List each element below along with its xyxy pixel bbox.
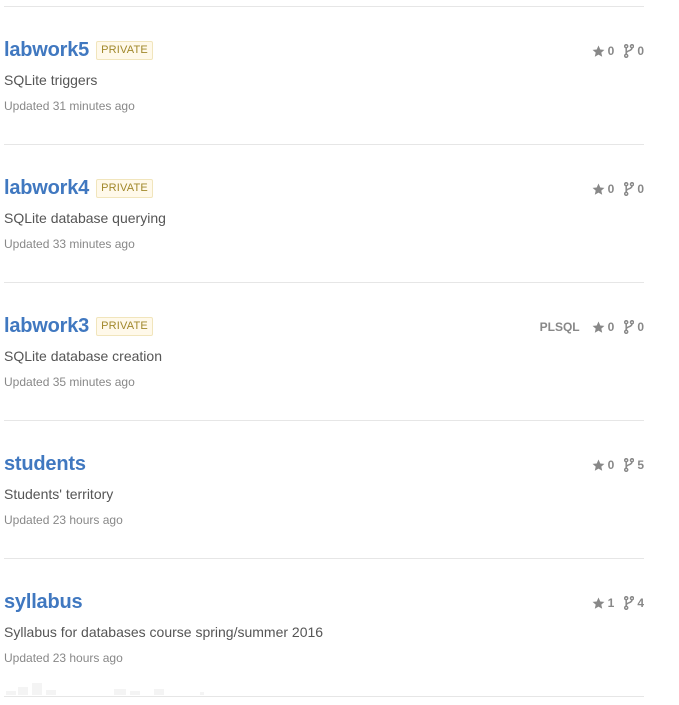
repo-stats: 0 0 <box>592 42 644 60</box>
stargazers-link[interactable]: 0 <box>592 182 615 196</box>
star-icon <box>592 321 605 333</box>
repo-heading: students <box>4 450 86 478</box>
star-count: 0 <box>607 458 615 472</box>
stargazers-link[interactable]: 0 <box>592 320 615 334</box>
sparkline-bar <box>32 683 42 695</box>
star-icon <box>592 183 605 195</box>
star-icon <box>592 597 605 609</box>
repo-item-labwork5: labwork5 PRIVATE SQLite triggers Updated… <box>4 7 644 145</box>
repo-name-link[interactable]: students <box>4 450 86 478</box>
repo-description: Syllabus for databases course spring/sum… <box>4 624 324 640</box>
forks-link[interactable]: 0 <box>624 320 644 334</box>
repo-heading: syllabus <box>4 588 83 616</box>
sparkline-bar <box>200 692 204 695</box>
repo-name-link[interactable]: syllabus <box>4 588 83 616</box>
sparkline-bar <box>46 690 56 695</box>
repo-heading: labwork4 PRIVATE <box>4 174 153 202</box>
forks-link[interactable]: 4 <box>624 596 644 610</box>
private-badge: PRIVATE <box>96 316 153 336</box>
repo-stats: PLSQL 0 0 <box>540 318 644 336</box>
repo-item-labwork4: labwork4 PRIVATE SQLite database queryin… <box>4 145 644 283</box>
fork-count: 5 <box>637 458 644 472</box>
repo-language: PLSQL <box>539 320 580 334</box>
private-badge: PRIVATE <box>96 40 153 60</box>
stargazers-link[interactable]: 1 <box>592 596 615 610</box>
repo-description: SQLite database creation <box>4 348 162 364</box>
star-count: 1 <box>607 596 615 610</box>
repo-description: Students' territory <box>4 486 114 502</box>
forks-link[interactable]: 0 <box>624 182 644 196</box>
forks-link[interactable]: 5 <box>624 458 644 472</box>
fork-count: 0 <box>637 182 644 196</box>
repo-forked-icon <box>624 320 635 334</box>
stargazers-link[interactable]: 0 <box>592 44 615 58</box>
repo-updated-time: Updated 31 minutes ago <box>4 99 135 113</box>
star-icon <box>592 459 605 471</box>
repo-description: SQLite triggers <box>4 72 98 88</box>
activity-sparkline <box>6 683 204 695</box>
repo-heading: labwork3 PRIVATE <box>4 312 153 340</box>
repo-name-link[interactable]: labwork3 <box>4 312 89 340</box>
repo-forked-icon <box>624 44 635 58</box>
repo-updated-time: Updated 33 minutes ago <box>4 237 135 251</box>
sparkline-bar <box>18 687 28 695</box>
repo-item-students: students Students' territory Updated 23 … <box>4 421 644 559</box>
repo-heading: labwork5 PRIVATE <box>4 36 153 64</box>
stargazers-link[interactable]: 0 <box>592 458 615 472</box>
repo-item-syllabus: syllabus Syllabus for databases course s… <box>4 559 644 697</box>
forks-link[interactable]: 0 <box>624 44 644 58</box>
repo-forked-icon <box>624 458 635 472</box>
repo-stats: 0 5 <box>592 456 644 474</box>
fork-count: 4 <box>637 596 644 610</box>
repo-updated-time: Updated 23 hours ago <box>4 513 123 527</box>
repo-name-link[interactable]: labwork4 <box>4 174 89 202</box>
sparkline-bar <box>114 689 126 695</box>
sparkline-bar <box>130 691 140 695</box>
repo-forked-icon <box>624 596 635 610</box>
star-icon <box>592 45 605 57</box>
sparkline-bar <box>6 691 16 695</box>
repository-list: labwork5 PRIVATE SQLite triggers Updated… <box>4 6 644 697</box>
repo-forked-icon <box>624 182 635 196</box>
star-count: 0 <box>607 44 615 58</box>
repo-updated-time: Updated 35 minutes ago <box>4 375 135 389</box>
repo-stats: 1 4 <box>592 594 644 612</box>
repo-updated-time: Updated 23 hours ago <box>4 651 123 665</box>
repo-stats: 0 0 <box>592 180 644 198</box>
star-count: 0 <box>607 182 615 196</box>
sparkline-bar <box>154 689 164 695</box>
repo-name-link[interactable]: labwork5 <box>4 36 89 64</box>
repo-description: SQLite database querying <box>4 210 166 226</box>
fork-count: 0 <box>637 44 644 58</box>
private-badge: PRIVATE <box>96 178 153 198</box>
fork-count: 0 <box>637 320 644 334</box>
repo-item-labwork3: labwork3 PRIVATE SQLite database creatio… <box>4 283 644 421</box>
star-count: 0 <box>607 320 615 334</box>
